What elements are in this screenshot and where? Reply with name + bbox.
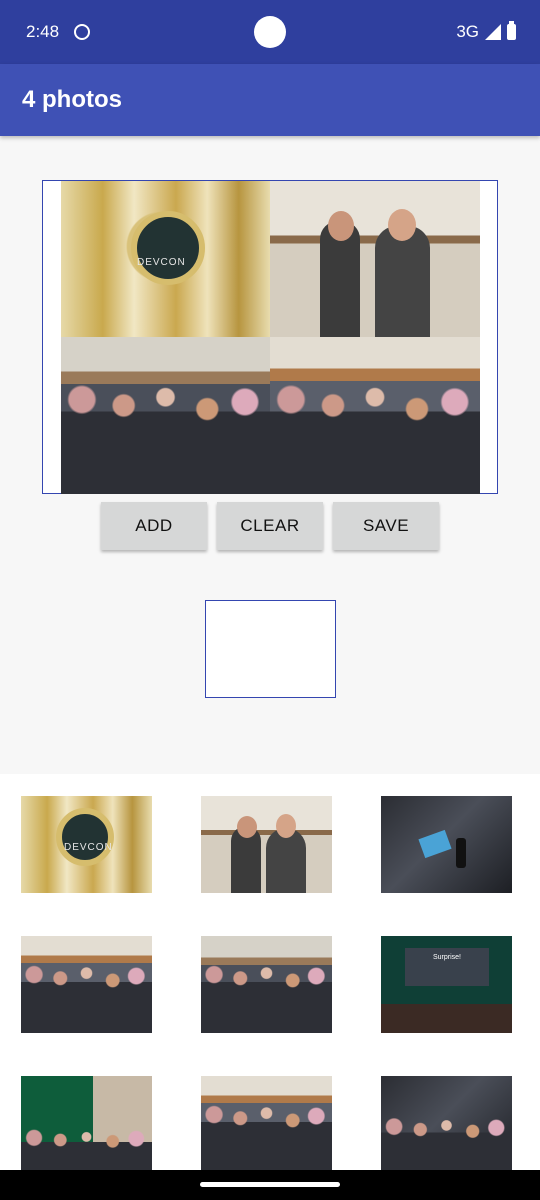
person-head [237,816,257,838]
home-gesture-handle[interactable] [200,1182,340,1187]
devcon-logo [131,211,205,285]
navigation-bar [0,1170,540,1200]
photo-gallery: DEVCON Surprise! [0,774,540,1173]
cat-icon [74,24,90,40]
save-button[interactable]: SAVE [333,502,439,550]
gallery-thumb-audience[interactable] [21,936,152,1033]
person-figure [375,226,430,337]
signal-icon [485,24,501,40]
collage-frame: DEVCON [42,180,498,494]
crowd-figures [61,376,270,494]
app-bar: 4 photos [0,64,540,136]
person-head [388,209,416,241]
status-bar: 2:48 3G [0,0,540,64]
crowd-figures [201,960,332,1033]
camera-cutout [254,16,286,48]
devcon-logo-text: DEVCON [137,257,186,268]
devcon-logo-text: DEVCON [64,842,113,853]
status-time: 2:48 [26,22,60,41]
page-title: 4 photos [22,86,122,113]
gallery-thumb-green-stage[interactable] [21,1076,152,1173]
crowd-figures [201,1100,332,1173]
crowd-figures [21,1129,152,1173]
clear-button[interactable]: CLEAR [217,502,323,550]
crowd-figures [381,1114,512,1173]
collage-photo-trophy: DEVCON [61,181,270,337]
gallery-thumb-stage[interactable]: Surprise! [381,936,512,1033]
crowd-figures [270,376,480,494]
person-head [276,814,296,838]
status-right-group: 3G [456,21,516,42]
gallery-thumb-lanyards[interactable] [201,1076,332,1173]
stage-screen: Surprise! [405,948,489,986]
microphone-shape [456,838,466,868]
devcon-logo [56,808,114,866]
gallery-thumb-pair[interactable] [201,796,332,893]
preview-image-box [205,600,336,698]
add-button[interactable]: ADD [101,502,207,550]
tablet-shape [418,829,452,859]
gallery-thumb-dinner[interactable] [381,1076,512,1173]
collage-photo-pair [270,181,480,337]
network-type: 3G [456,22,479,41]
collage-photo-crowd [61,337,270,494]
gallery-thumb-trophy[interactable]: DEVCON [21,796,152,893]
gallery-thumb-crowd[interactable] [201,936,332,1033]
crowd-figures [21,960,152,1033]
person-head [328,211,354,241]
photo-collage: DEVCON [61,181,480,494]
collage-photo-audience [270,337,480,494]
gallery-thumb-speaker[interactable] [381,796,512,893]
battery-icon [507,21,516,40]
